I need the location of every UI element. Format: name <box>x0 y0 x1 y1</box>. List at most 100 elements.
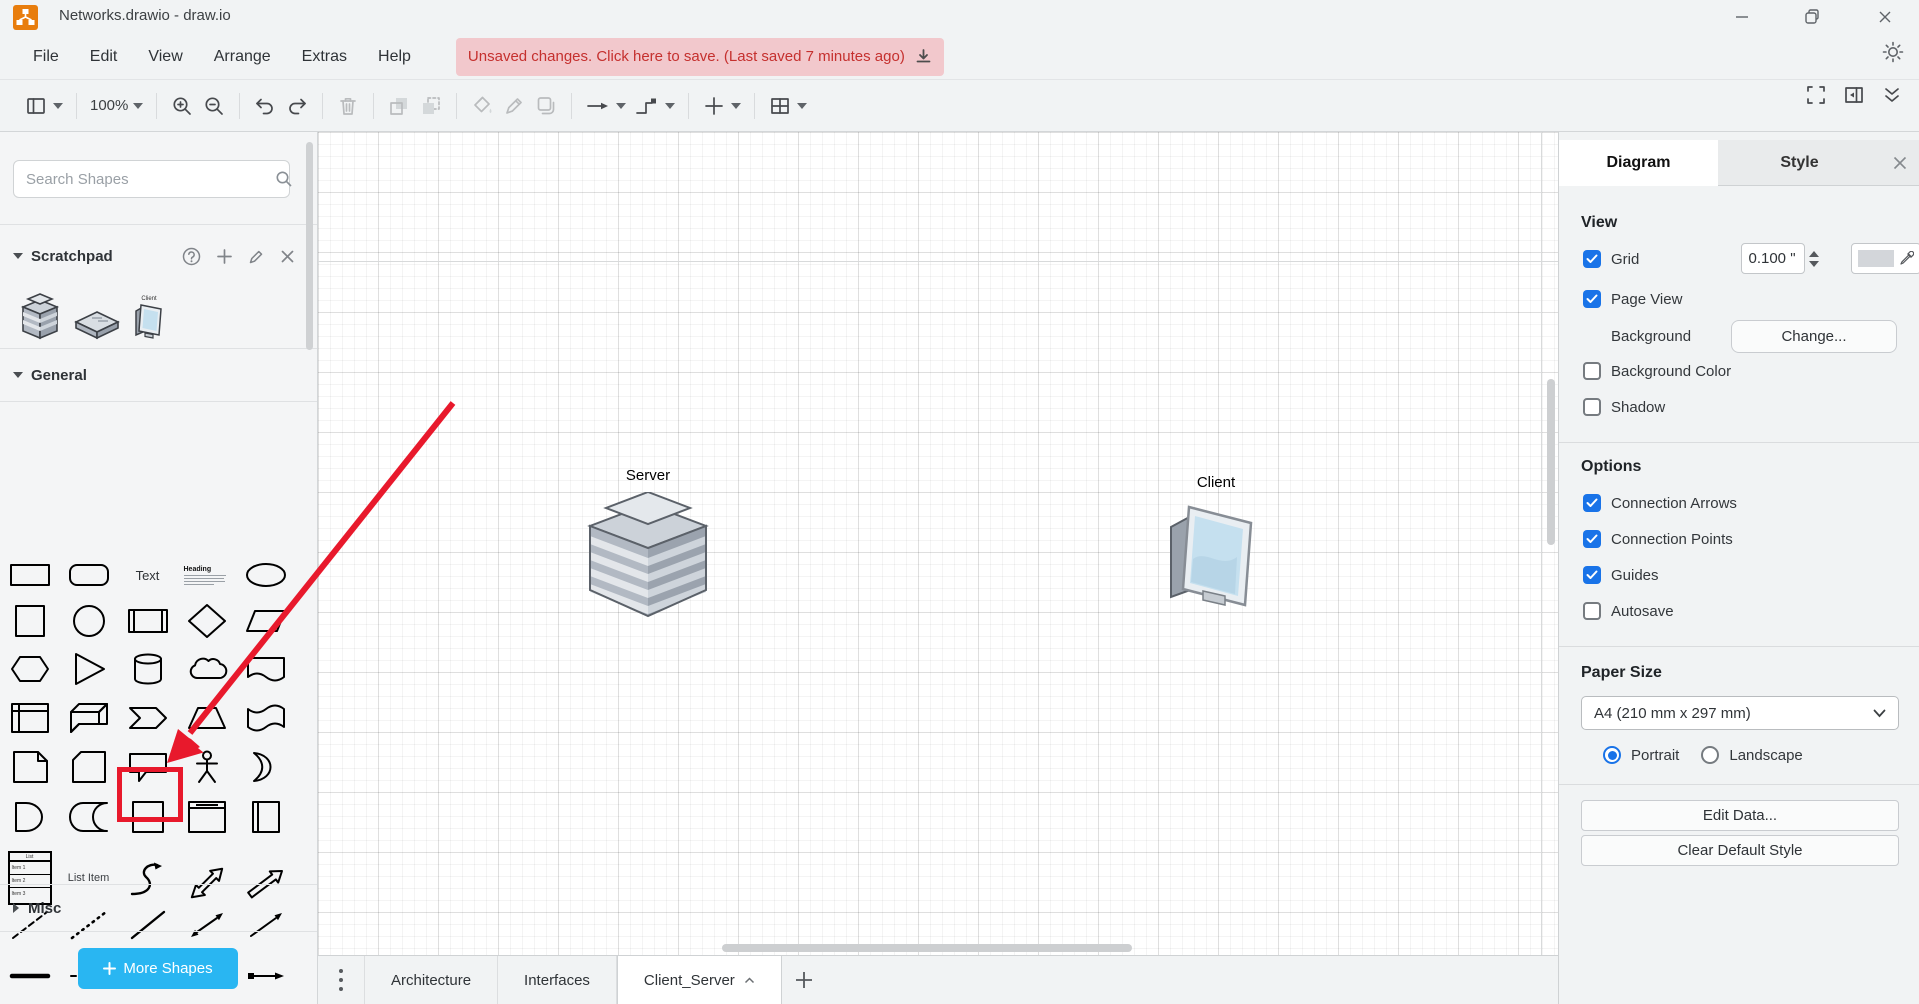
collapse-all-button[interactable] <box>1881 84 1903 106</box>
shape-trapezoid[interactable] <box>177 695 236 741</box>
scratchpad-slab-thumb[interactable] <box>74 310 120 340</box>
edit-data-button[interactable]: Edit Data... <box>1581 800 1899 831</box>
connection-arrows-checkbox[interactable] <box>1583 494 1601 512</box>
shape-cylinder[interactable] <box>118 646 177 692</box>
menu-edit[interactable]: Edit <box>90 48 118 66</box>
shape-ellipse[interactable] <box>236 552 295 598</box>
tab-diagram[interactable]: Diagram <box>1559 140 1718 186</box>
redo-button[interactable] <box>281 88 313 124</box>
shape-circle[interactable] <box>59 598 118 644</box>
page-tab-client-server[interactable]: Client_Server <box>617 956 782 1004</box>
scratchpad-client-thumb[interactable]: Client <box>134 296 164 340</box>
shape-diamond[interactable] <box>177 598 236 644</box>
shape-vertical-container[interactable] <box>236 794 295 840</box>
canvas-vertical-scrollbar-thumb[interactable] <box>1547 379 1555 545</box>
scratchpad-actions <box>182 225 295 287</box>
close-panel-button[interactable] <box>1881 140 1919 186</box>
help-icon[interactable] <box>182 247 201 266</box>
menu-extras[interactable]: Extras <box>302 48 347 66</box>
grid-color-button[interactable] <box>1851 243 1919 274</box>
shape-card[interactable] <box>59 744 118 790</box>
add-page-button[interactable] <box>782 956 826 1004</box>
connection-points-checkbox[interactable] <box>1583 530 1601 548</box>
search-shapes-input[interactable] <box>13 160 290 198</box>
background-color-checkbox[interactable] <box>1583 362 1601 380</box>
shape-triangle[interactable] <box>59 646 118 692</box>
shape-parallelogram[interactable] <box>236 598 295 644</box>
view-heading: View <box>1581 214 1617 232</box>
change-background-button[interactable]: Change... <box>1731 320 1897 353</box>
shape-step[interactable] <box>118 695 177 741</box>
toggle-panels-button[interactable] <box>20 88 67 124</box>
landscape-radio[interactable] <box>1701 746 1719 764</box>
shape-document[interactable] <box>236 646 295 692</box>
paper-size-select[interactable]: A4 (210 mm x 297 mm) <box>1581 696 1899 730</box>
shape-square[interactable] <box>0 598 59 644</box>
shape-rounded-rectangle[interactable] <box>59 552 118 598</box>
page-tab-architecture[interactable]: Architecture <box>364 956 498 1004</box>
maximize-button[interactable] <box>1797 4 1827 30</box>
shape-process[interactable] <box>118 598 177 644</box>
fullscreen-button[interactable] <box>1805 84 1827 106</box>
undo-button[interactable] <box>249 88 281 124</box>
pages-menu-button[interactable] <box>318 956 364 1004</box>
guides-checkbox[interactable] <box>1583 566 1601 584</box>
menu-help[interactable]: Help <box>378 48 411 66</box>
general-section-header[interactable]: General <box>0 349 317 402</box>
shape-edge-with-source[interactable] <box>236 966 295 986</box>
autosave-checkbox[interactable] <box>1583 602 1601 620</box>
shadow-checkbox[interactable] <box>1583 398 1601 416</box>
zoom-level-dropdown[interactable]: 100% <box>86 88 147 124</box>
scratchpad-server-thumb[interactable] <box>20 292 60 340</box>
portrait-radio[interactable] <box>1603 746 1621 764</box>
diagram-canvas[interactable]: Server Client <box>318 132 1558 955</box>
menu-file[interactable]: File <box>33 48 59 66</box>
unsaved-changes-banner[interactable]: Unsaved changes. Click here to save. (La… <box>456 38 944 76</box>
canvas-horizontal-scrollbar-thumb[interactable] <box>722 944 1132 952</box>
grid-size-stepper[interactable] <box>1807 244 1821 274</box>
shape-link[interactable] <box>0 966 59 986</box>
close-button[interactable] <box>1870 4 1900 30</box>
shape-cube[interactable] <box>59 695 118 741</box>
tab-style[interactable]: Style <box>1718 140 1881 186</box>
theme-toggle-button[interactable] <box>1881 40 1905 64</box>
edit-pencil-icon[interactable] <box>248 248 265 265</box>
add-icon[interactable] <box>216 248 233 265</box>
shape-heading[interactable]: Heading <box>177 552 236 598</box>
sidebar-scrollbar-thumb[interactable] <box>306 142 313 350</box>
more-shapes-button[interactable]: More Shapes <box>78 948 238 989</box>
shape-rectangle[interactable] <box>0 552 59 598</box>
zoom-out-button[interactable] <box>198 88 230 124</box>
menu-arrange[interactable]: Arrange <box>214 48 271 66</box>
shape-and[interactable] <box>0 794 59 840</box>
table-dropdown[interactable] <box>764 88 811 124</box>
zoom-in-button[interactable] <box>166 88 198 124</box>
client-node[interactable] <box>1163 497 1267 609</box>
scratchpad-header[interactable]: Scratchpad <box>0 225 317 287</box>
shape-titled-container[interactable] <box>177 794 236 840</box>
zoom-out-icon <box>202 94 226 118</box>
clear-default-style-button[interactable]: Clear Default Style <box>1581 835 1899 866</box>
minimize-button[interactable] <box>1727 4 1757 30</box>
shape-cloud[interactable] <box>177 646 236 692</box>
shape-text[interactable]: Text <box>118 552 177 598</box>
server-node[interactable] <box>578 492 718 626</box>
shape-note[interactable] <box>0 744 59 790</box>
waypoint-style-dropdown[interactable] <box>630 88 679 124</box>
page-view-checkbox[interactable] <box>1583 290 1601 308</box>
page-tab-interfaces[interactable]: Interfaces <box>498 956 617 1004</box>
shape-actor[interactable] <box>177 744 236 790</box>
shape-or[interactable] <box>236 744 295 790</box>
shape-data-storage[interactable] <box>59 794 118 840</box>
menu-view[interactable]: View <box>148 48 182 66</box>
format-panel-toggle-button[interactable] <box>1843 84 1865 106</box>
insert-dropdown[interactable] <box>698 88 745 124</box>
grid-checkbox[interactable] <box>1583 250 1601 268</box>
connection-style-dropdown[interactable] <box>581 88 630 124</box>
grid-size-input[interactable] <box>1741 243 1805 274</box>
close-icon[interactable] <box>280 249 295 264</box>
shape-internal-storage[interactable] <box>0 695 59 741</box>
shape-hexagon[interactable] <box>0 646 59 692</box>
shape-tape[interactable] <box>236 695 295 741</box>
misc-section-header[interactable]: Misc <box>0 884 317 932</box>
